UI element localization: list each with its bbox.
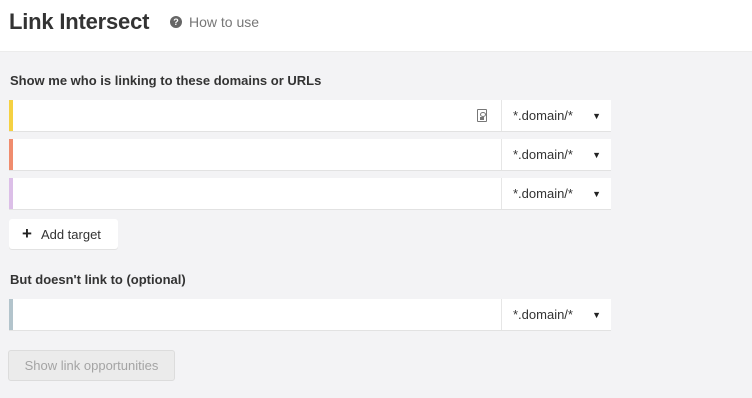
add-target-button[interactable]: + Add target	[9, 219, 118, 249]
mode-select-value: *.domain/*	[513, 147, 573, 162]
target-row-1: *.domain/* ▼	[9, 100, 611, 131]
target-input-1[interactable]	[13, 100, 477, 131]
target-row-3: *.domain/* ▼	[9, 178, 611, 209]
page-title: Link Intersect	[9, 9, 150, 34]
mode-select-value: *.domain/*	[513, 307, 573, 322]
how-to-use-label: How to use	[189, 14, 260, 30]
mode-select-value: *.domain/*	[513, 108, 573, 123]
target-mode-select-3[interactable]: *.domain/* ▼	[501, 178, 611, 209]
add-target-label: Add target	[40, 226, 101, 242]
caret-down-icon: ▼	[592, 110, 601, 121]
show-link-opportunities-button[interactable]: Show link opportunities	[8, 350, 175, 381]
exclude-input[interactable]	[13, 299, 501, 330]
contact-card-icon[interactable]	[477, 109, 487, 122]
target-input-2[interactable]	[13, 139, 501, 170]
question-circle-icon: ?	[170, 16, 182, 28]
caret-down-icon: ▼	[592, 309, 601, 320]
exclude-row: *.domain/* ▼	[9, 299, 611, 330]
target-mode-select-1[interactable]: *.domain/* ▼	[501, 100, 611, 131]
caret-down-icon: ▼	[592, 188, 601, 199]
target-mode-select-2[interactable]: *.domain/* ▼	[501, 139, 611, 170]
targets-section-label: Show me who is linking to these domains …	[10, 73, 322, 88]
target-row-2: *.domain/* ▼	[9, 139, 611, 170]
exclude-section-label: But doesn't link to (optional)	[10, 272, 186, 287]
how-to-use-link[interactable]: ? How to use	[170, 14, 259, 30]
plus-icon: +	[22, 223, 32, 243]
target-input-3[interactable]	[13, 178, 501, 209]
exclude-mode-select[interactable]: *.domain/* ▼	[501, 299, 611, 330]
header-bar: Link Intersect ? How to use	[0, 0, 752, 52]
mode-select-value: *.domain/*	[513, 186, 573, 201]
caret-down-icon: ▼	[592, 149, 601, 160]
